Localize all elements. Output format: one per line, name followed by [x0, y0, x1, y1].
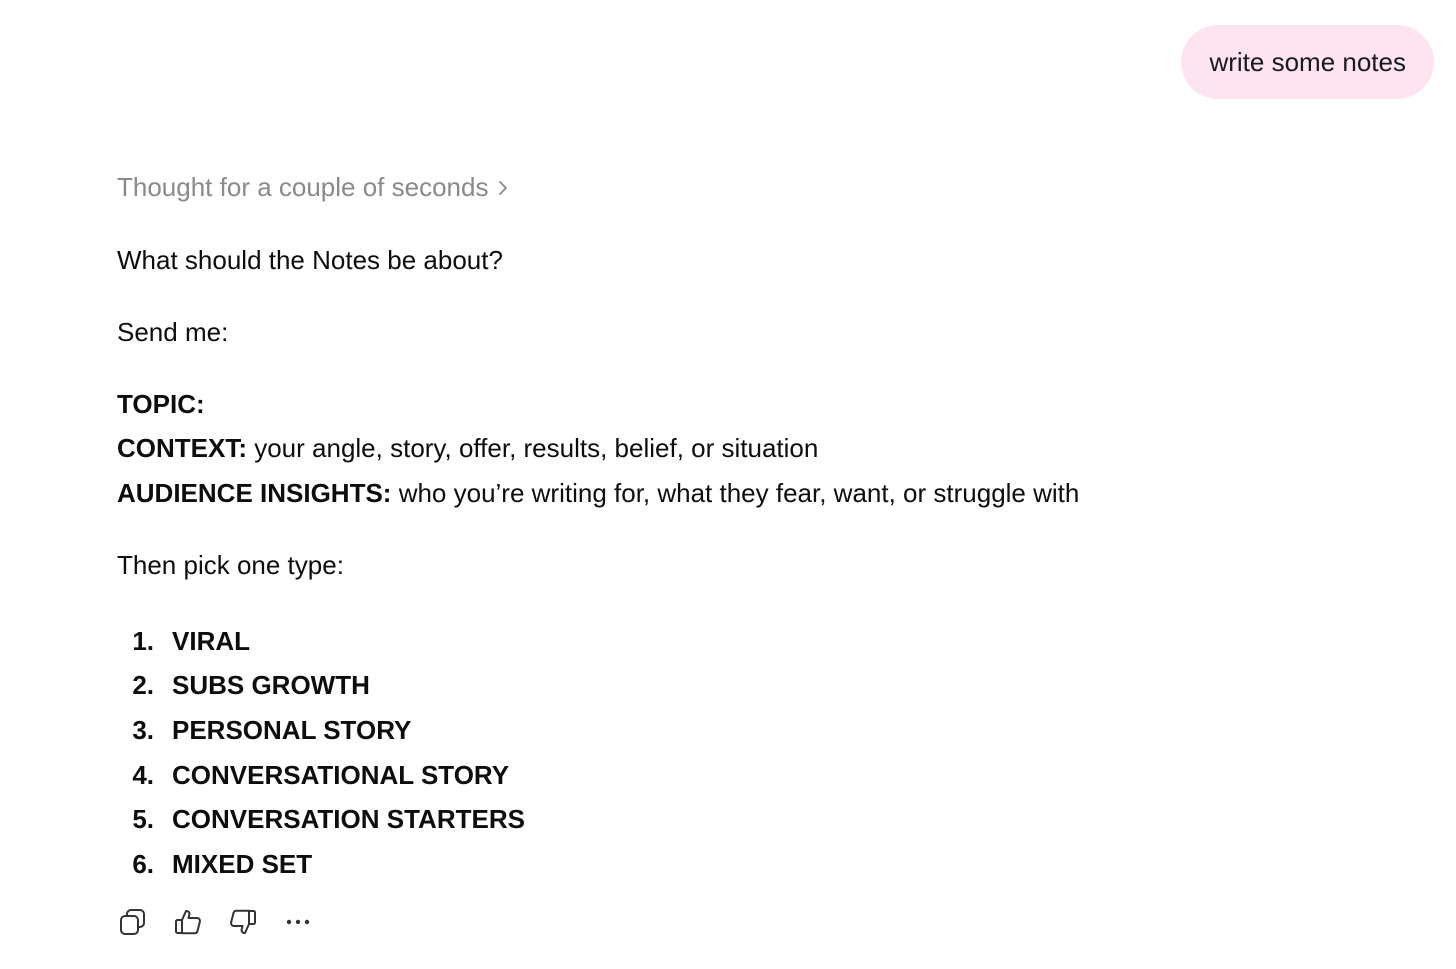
field-label: TOPIC: [117, 389, 205, 419]
question-text: What should the Notes be about? [117, 245, 503, 275]
field-topic: TOPIC: [117, 388, 205, 420]
list-number: 2. [132, 670, 154, 701]
more-icon [283, 907, 313, 942]
field-label: CONTEXT: [117, 433, 247, 463]
list-item: 3. PERSONAL STORY [117, 708, 525, 753]
list-item: 1. VIRAL [117, 619, 525, 664]
type-list: 1. VIRAL 2. SUBS GROWTH 3. PERSONAL STOR… [117, 619, 525, 887]
list-label: VIRAL [172, 625, 250, 656]
list-label: MIXED SET [172, 848, 313, 879]
list-label: CONVERSATION STARTERS [172, 804, 525, 835]
list-label: PERSONAL STORY [172, 714, 412, 745]
copy-button[interactable] [117, 906, 149, 942]
list-item: 4. CONVERSATIONAL STORY [117, 753, 525, 798]
thumbs-down-button[interactable] [227, 906, 259, 942]
list-number: 3. [132, 714, 154, 745]
thought-toggle[interactable]: Thought for a couple of seconds [117, 172, 508, 203]
pick-type-text: Then pick one type: [117, 550, 344, 580]
thumbs-up-button[interactable] [172, 906, 204, 942]
list-item: 5. CONVERSATION STARTERS [117, 797, 525, 842]
list-item: 6. MIXED SET [117, 842, 525, 887]
field-text: who you’re writing for, what they fear, … [391, 478, 1080, 508]
list-number: 4. [132, 759, 154, 790]
user-message-bubble: write some notes [1181, 25, 1434, 99]
field-text: your angle, story, offer, results, belie… [247, 433, 819, 463]
list-number: 5. [132, 804, 154, 835]
user-message-text: write some notes [1209, 46, 1406, 77]
thumbs-down-icon [228, 907, 258, 942]
list-number: 1. [132, 625, 154, 656]
send-me-text: Send me: [117, 317, 229, 347]
thought-label: Thought for a couple of seconds [117, 172, 489, 202]
list-label: CONVERSATIONAL STORY [172, 759, 510, 790]
more-options-button[interactable] [282, 906, 314, 942]
field-label: AUDIENCE INSIGHTS: [117, 478, 392, 508]
thumbs-up-icon [173, 907, 203, 942]
list-number: 6. [132, 848, 154, 879]
chevron-right-icon [498, 180, 508, 196]
field-audience-insights: AUDIENCE INSIGHTS: who you’re writing fo… [117, 477, 1079, 509]
field-context: CONTEXT: your angle, story, offer, resul… [117, 432, 818, 464]
copy-icon [118, 907, 148, 942]
list-label: SUBS GROWTH [172, 670, 370, 701]
list-item: 2. SUBS GROWTH [117, 664, 525, 709]
message-actions [117, 906, 314, 942]
